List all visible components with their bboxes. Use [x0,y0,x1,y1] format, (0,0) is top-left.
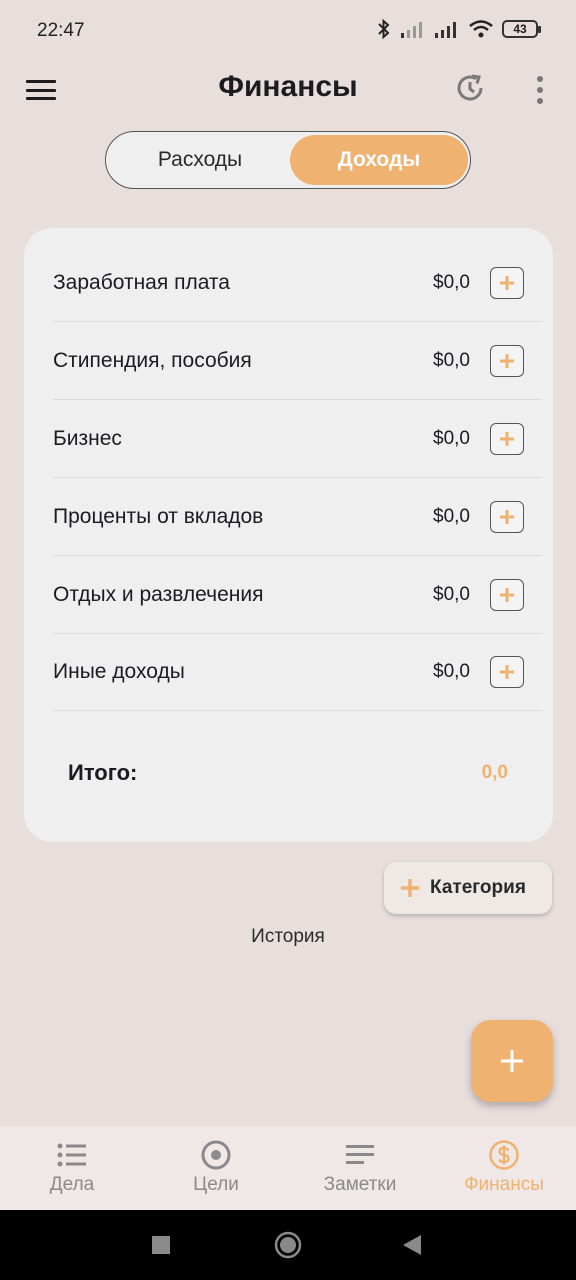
plus-icon [500,432,514,446]
history-link[interactable]: История [0,926,576,948]
tab-expenses[interactable]: Расходы [110,135,290,185]
nav-label: Цели [193,1174,239,1195]
system-nav-bar [0,1210,576,1280]
back-button[interactable] [402,1234,422,1261]
category-row: Проценты от вкладов $0,0 [53,478,542,556]
add-income-button[interactable] [490,501,524,533]
add-income-button[interactable] [490,423,524,455]
home-circle-icon [274,1231,302,1259]
plus-icon [401,879,419,897]
square-icon [152,1236,170,1254]
recents-button[interactable] [152,1236,170,1259]
category-row: Стипендия, пособия $0,0 [53,322,542,400]
history-button[interactable] [454,72,486,109]
nav-item-tasks[interactable]: Дела [0,1126,144,1210]
plus-icon [500,276,514,290]
nav-label: Заметки [323,1174,397,1195]
more-options-button[interactable] [528,74,552,106]
category-label: Заработная плата [53,271,230,294]
add-category-button[interactable]: Категория [384,862,552,914]
notes-icon [346,1145,374,1164]
nav-item-notes[interactable]: Заметки [288,1126,432,1210]
signal-icon [435,22,456,38]
more-vert-icon [537,76,543,83]
category-label: Отдых и развлечения [53,583,264,606]
nav-label: Дела [49,1174,95,1195]
target-icon [201,1140,231,1170]
signal-weak-icon [401,22,422,38]
category-amount: $0,0 [433,350,470,371]
status-time: 22:47 [37,20,85,41]
page-title: Финансы [218,70,358,103]
category-row: Отдых и развлечения $0,0 [53,556,542,634]
category-amount: $0,0 [433,272,470,293]
add-fab-button[interactable] [471,1020,553,1102]
status-bar: 22:47 43 [0,0,576,62]
back-triangle-icon [403,1235,421,1255]
category-amount: $0,0 [433,584,470,605]
nav-label: Финансы [464,1174,544,1195]
plus-icon [500,665,514,679]
add-income-button[interactable] [490,656,524,688]
category-amount: $0,0 [433,661,470,682]
category-label: Иные доходы [53,660,185,683]
total-label: Итого: [68,760,138,785]
history-icon [457,74,483,101]
category-row: Иные доходы $0,0 [53,633,542,711]
tab-income[interactable]: Доходы [290,135,468,185]
dollar-icon [489,1140,519,1170]
add-income-button[interactable] [490,345,524,377]
type-toggle: Расходы Доходы [105,131,471,189]
income-categories-card: Заработная плата $0,0 Стипендия, пособия… [24,228,553,842]
category-label: Проценты от вкладов [53,505,264,528]
plus-icon [500,354,514,368]
category-row: Заработная плата $0,0 [53,244,542,322]
plus-icon [501,1050,523,1072]
battery-icon: 43 [502,20,541,38]
add-income-button[interactable] [490,267,524,299]
category-amount: $0,0 [433,428,470,449]
bluetooth-icon [378,18,390,40]
app-bar: Финансы [0,62,576,118]
nav-item-goals[interactable]: Цели [144,1126,288,1210]
total-value: 0,0 [481,762,508,783]
category-amount: $0,0 [433,506,470,527]
add-income-button[interactable] [490,579,524,611]
category-row: Бизнес $0,0 [53,400,542,478]
plus-icon [500,588,514,602]
list-icon [57,1143,86,1167]
status-icons: 43 [376,18,541,40]
nav-item-finance[interactable]: Финансы [432,1126,576,1210]
plus-icon [500,510,514,524]
category-label: Стипендия, пособия [53,349,252,372]
wifi-icon [469,20,493,38]
bottom-nav: Дела Цели Заметки Финансы [0,1126,576,1210]
home-button[interactable] [274,1231,302,1264]
category-label: Бизнес [53,427,122,450]
add-category-label: Категория [430,877,526,898]
